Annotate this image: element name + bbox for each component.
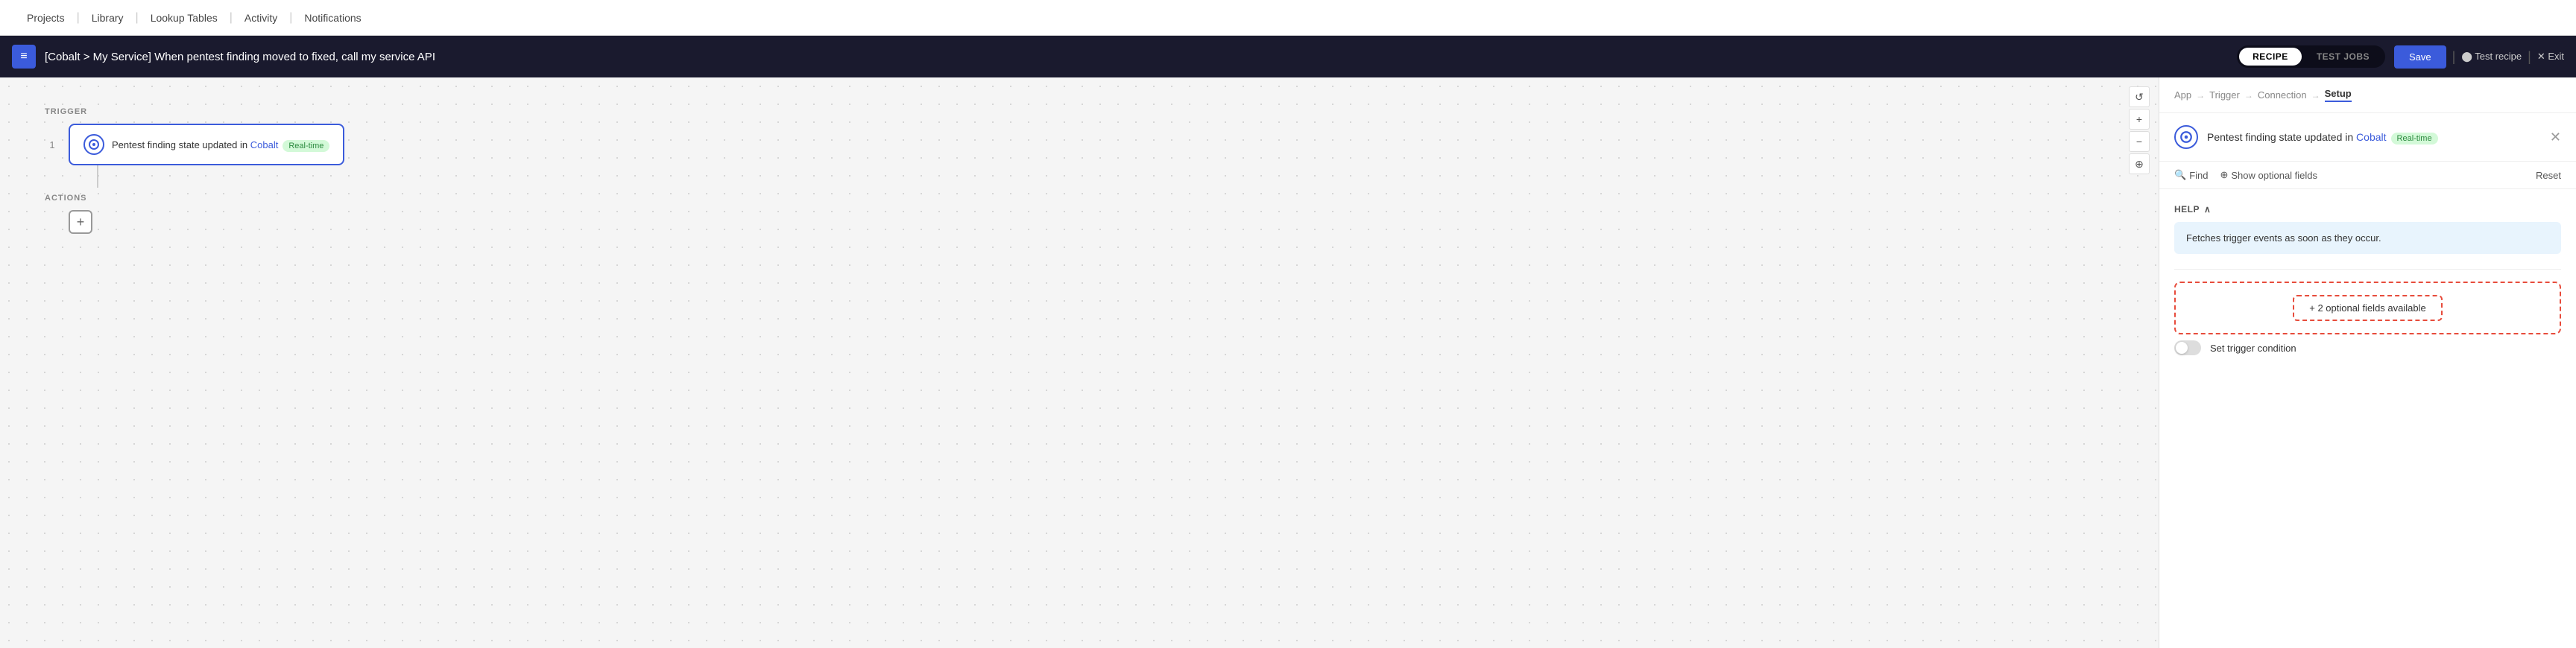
main-content: ↺ + − ⊕ TRIGGER 1 Pentest finding state bbox=[0, 77, 2576, 648]
trigger-node-row: 1 Pentest finding state updated in Cobal… bbox=[45, 124, 2114, 165]
recipe-actions: Save | ⬤ Test recipe | ✕ Exit bbox=[2394, 45, 2564, 69]
recipe-icon: ≡ bbox=[12, 45, 36, 69]
help-text: Fetches trigger events as soon as they o… bbox=[2186, 232, 2381, 244]
nav-activity[interactable]: Activity bbox=[233, 0, 289, 35]
show-optional-fields-button[interactable]: ⊕ Show optional fields bbox=[2220, 169, 2317, 181]
trigger-label: TRIGGER bbox=[45, 107, 2114, 116]
help-section: HELP ∧ Fetches trigger events as soon as… bbox=[2174, 204, 2561, 254]
help-collapse-icon: ∧ bbox=[2204, 204, 2211, 215]
section-divider bbox=[2174, 269, 2561, 270]
panel-title: Pentest finding state updated in CobaltR… bbox=[2207, 131, 2541, 143]
recipe-canvas[interactable]: ↺ + − ⊕ TRIGGER 1 Pentest finding state bbox=[0, 77, 2159, 648]
optional-fields-icon: ⊕ bbox=[2220, 169, 2228, 181]
help-label: HELP bbox=[2174, 204, 2200, 215]
actions-section: ACTIONS + bbox=[45, 194, 2114, 234]
action-divider-2: | bbox=[2528, 49, 2531, 65]
crumb-arrow-3: → bbox=[2311, 90, 2320, 101]
nav-notifications[interactable]: Notifications bbox=[292, 0, 373, 35]
flow-container: TRIGGER 1 Pentest finding state updated … bbox=[0, 77, 2159, 264]
canvas-zoom-in-btn[interactable]: + bbox=[2129, 109, 2150, 130]
trigger-condition-toggle[interactable] bbox=[2174, 340, 2201, 355]
search-icon: 🔍 bbox=[2174, 169, 2186, 181]
nav-lookup-tables[interactable]: Lookup Tables bbox=[139, 0, 230, 35]
nav-projects[interactable]: Projects bbox=[15, 0, 77, 35]
optional-fields-dashed-box: + 2 optional fields available bbox=[2174, 282, 2561, 334]
crumb-arrow-1: → bbox=[2196, 90, 2205, 101]
recipe-title: [Cobalt > My Service] When pentest findi… bbox=[45, 51, 2228, 63]
realtime-badge: Real-time bbox=[282, 140, 329, 152]
panel-cobalt-icon bbox=[2179, 130, 2193, 144]
canvas-fit-btn[interactable]: ⊕ bbox=[2129, 153, 2150, 174]
canvas-controls: ↺ + − ⊕ bbox=[2129, 86, 2150, 174]
action-divider: | bbox=[2452, 49, 2456, 65]
panel-cobalt-link[interactable]: Cobalt bbox=[2356, 131, 2386, 143]
crumb-trigger[interactable]: Trigger bbox=[2209, 89, 2240, 101]
canvas-refresh-btn[interactable]: ↺ bbox=[2129, 86, 2150, 107]
actions-label: ACTIONS bbox=[45, 194, 2114, 203]
crumb-setup[interactable]: Setup bbox=[2325, 88, 2352, 102]
recipe-bar: ≡ [Cobalt > My Service] When pentest fin… bbox=[0, 36, 2576, 77]
trigger-condition-row: Set trigger condition bbox=[2174, 340, 2561, 355]
optional-fields-button[interactable]: + 2 optional fields available bbox=[2293, 295, 2442, 321]
panel-breadcrumb: App → Trigger → Connection → Setup bbox=[2159, 77, 2576, 113]
toggle-knob bbox=[2176, 342, 2188, 354]
reset-button[interactable]: Reset bbox=[2536, 170, 2561, 181]
crumb-app[interactable]: App bbox=[2174, 89, 2191, 101]
right-panel: App → Trigger → Connection → Setup Pente… bbox=[2159, 77, 2576, 648]
cobalt-icon bbox=[88, 139, 100, 150]
trigger-cobalt-link[interactable]: Cobalt bbox=[250, 139, 279, 150]
help-header[interactable]: HELP ∧ bbox=[2174, 204, 2561, 215]
test-jobs-toggle-btn[interactable]: TEST JOBS bbox=[2303, 48, 2383, 66]
crumb-arrow-2: → bbox=[2244, 90, 2253, 101]
view-toggle-group: RECIPE TEST JOBS bbox=[2237, 45, 2385, 68]
panel-node-icon bbox=[2174, 125, 2198, 149]
trigger-condition-label: Set trigger condition bbox=[2210, 343, 2296, 354]
panel-toolbar: 🔍 Find ⊕ Show optional fields Reset bbox=[2159, 162, 2576, 189]
flow-connector bbox=[97, 165, 98, 188]
node-number: 1 bbox=[45, 139, 60, 150]
canvas-zoom-out-btn[interactable]: − bbox=[2129, 131, 2150, 152]
panel-close-button[interactable]: ✕ bbox=[2550, 130, 2561, 145]
top-nav: Projects | Library | Lookup Tables | Act… bbox=[0, 0, 2576, 36]
nav-library[interactable]: Library bbox=[80, 0, 136, 35]
panel-realtime-badge: Real-time bbox=[2391, 133, 2438, 144]
recipe-toggle-btn[interactable]: RECIPE bbox=[2239, 48, 2302, 66]
find-button[interactable]: 🔍 Find bbox=[2174, 169, 2208, 181]
crumb-connection[interactable]: Connection bbox=[2258, 89, 2307, 101]
trigger-node[interactable]: Pentest finding state updated in CobaltR… bbox=[69, 124, 344, 165]
help-box: Fetches trigger events as soon as they o… bbox=[2174, 222, 2561, 254]
save-button[interactable]: Save bbox=[2394, 45, 2446, 69]
exit-button[interactable]: ✕ Exit bbox=[2537, 51, 2564, 63]
add-action-button[interactable]: + bbox=[69, 210, 92, 234]
trigger-node-icon bbox=[83, 134, 104, 155]
trigger-node-text: Pentest finding state updated in CobaltR… bbox=[112, 139, 329, 150]
panel-header: Pentest finding state updated in CobaltR… bbox=[2159, 113, 2576, 162]
test-recipe-button[interactable]: ⬤ Test recipe bbox=[2461, 51, 2522, 63]
panel-body: HELP ∧ Fetches trigger events as soon as… bbox=[2159, 189, 2576, 648]
